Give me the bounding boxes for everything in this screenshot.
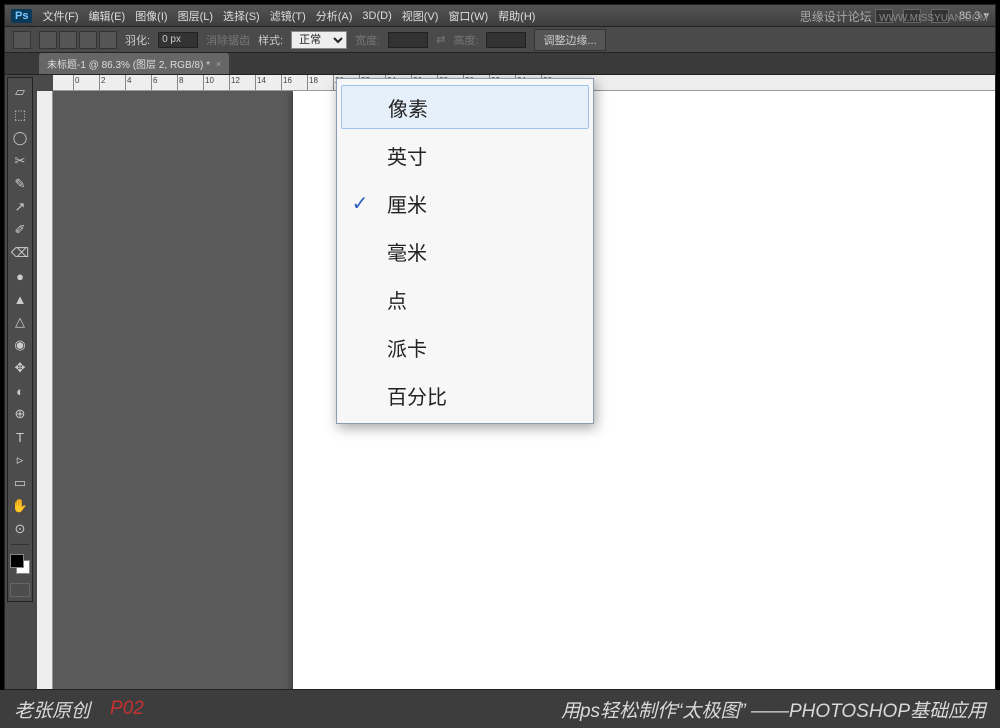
zoom-tool-icon[interactable]: ⊙ (10, 519, 30, 539)
unit-option-1[interactable]: 英寸 (337, 131, 593, 179)
path-tool-icon[interactable]: ▹ (10, 450, 30, 470)
unit-option-5[interactable]: 派卡 (337, 323, 593, 371)
antialias-checkbox[interactable]: 消除锯齿 (206, 32, 250, 48)
unit-option-0[interactable]: 像素 (341, 85, 589, 129)
heal-tool-icon[interactable]: ✐ (10, 220, 30, 240)
menu-edit[interactable]: 编辑(E) (89, 8, 126, 24)
eraser-tool-icon[interactable]: △ (10, 312, 30, 332)
feather-input[interactable] (158, 32, 198, 48)
color-swatch[interactable] (10, 554, 30, 574)
document-tab-title: 未标题-1 @ 86.3% (图层 2, RGB/8) * (47, 56, 210, 71)
stamp-tool-icon[interactable]: ● (10, 266, 30, 286)
hand-tool-icon[interactable]: ✋ (10, 496, 30, 516)
history-brush-tool-icon[interactable]: ▲ (10, 289, 30, 309)
vertical-ruler[interactable] (37, 91, 53, 689)
options-bar: 羽化: 消除锯齿 样式: 正常 宽度: ⇄ 高度: 调整边缘... (5, 27, 995, 53)
menu-window[interactable]: 窗口(W) (448, 8, 488, 24)
sel-add-icon[interactable] (59, 31, 77, 49)
tools-panel: ▱ ⬚ ◯ ✂ ✎ ↗ ✐ ⌫ ● ▲ △ ◉ ✥ ◐ ⊕ T ▹ ▭ ✋ ⊙ (7, 77, 33, 602)
footer-page: P02 (110, 698, 144, 720)
blur-tool-icon[interactable]: ✥ (10, 358, 30, 378)
menu-analysis[interactable]: 分析(A) (316, 8, 353, 24)
marquee-tool-icon[interactable]: ⬚ (10, 105, 30, 125)
type-tool-icon[interactable]: T (10, 427, 30, 447)
height-input[interactable] (486, 32, 526, 48)
check-icon: ✓ (345, 191, 375, 216)
document-tab-bar: 未标题-1 @ 86.3% (图层 2, RGB/8) * × (5, 53, 995, 75)
ruler-units-menu: 像素英寸✓厘米毫米点派卡百分比 (336, 78, 594, 424)
menu-3d[interactable]: 3D(D) (362, 10, 391, 22)
menu-layer[interactable]: 图层(L) (178, 8, 213, 24)
watermark-main: 思缘设计论坛 (800, 10, 872, 24)
document-tab[interactable]: 未标题-1 @ 86.3% (图层 2, RGB/8) * × (39, 53, 229, 74)
gradient-tool-icon[interactable]: ◉ (10, 335, 30, 355)
menu-help[interactable]: 帮助(H) (498, 8, 535, 24)
unit-label: 厘米 (375, 189, 427, 218)
eyedropper-tool-icon[interactable]: ↗ (10, 197, 30, 217)
unit-label: 像素 (376, 93, 428, 122)
unit-option-4[interactable]: 点 (337, 275, 593, 323)
ps-logo-icon: Ps (11, 9, 32, 23)
height-label: 高度: (453, 32, 478, 48)
pen-tool-icon[interactable]: ⊕ (10, 404, 30, 424)
refine-edge-button[interactable]: 调整边缘... (534, 29, 605, 51)
menu-select[interactable]: 选择(S) (223, 8, 260, 24)
fg-color-swatch[interactable] (10, 554, 24, 568)
lasso-tool-icon[interactable]: ◯ (10, 128, 30, 148)
tool-separator (11, 544, 29, 545)
tab-close-icon[interactable]: × (216, 59, 221, 69)
selection-mode-group (39, 31, 117, 49)
crop-tool-icon[interactable]: ✎ (10, 174, 30, 194)
move-tool-icon[interactable]: ▱ (10, 82, 30, 102)
watermark: 思缘设计论坛 WWW.MISSYUAN.COM (800, 8, 988, 25)
style-label: 样式: (258, 32, 283, 48)
feather-label: 羽化: (125, 32, 150, 48)
quickmask-icon[interactable] (10, 583, 30, 597)
width-label: 宽度: (355, 32, 380, 48)
tutorial-footer: 老张原创 P02 用ps轻松制作“太极图” ——PHOTOSHOP基础应用 (0, 690, 1000, 728)
unit-label: 派卡 (375, 333, 427, 362)
swap-icon[interactable]: ⇄ (436, 33, 445, 46)
footer-author: 老张原创 (14, 696, 90, 723)
dodge-tool-icon[interactable]: ◐ (10, 381, 30, 401)
sel-int-icon[interactable] (99, 31, 117, 49)
unit-option-3[interactable]: 毫米 (337, 227, 593, 275)
unit-label: 点 (375, 285, 407, 314)
unit-option-2[interactable]: ✓厘米 (337, 179, 593, 227)
unit-label: 百分比 (375, 381, 447, 410)
style-select[interactable]: 正常 (291, 31, 347, 49)
unit-label: 毫米 (375, 237, 427, 266)
footer-title: 用ps轻松制作“太极图” ——PHOTOSHOP基础应用 (561, 696, 986, 723)
wand-tool-icon[interactable]: ✂ (10, 151, 30, 171)
shape-tool-icon[interactable]: ▭ (10, 473, 30, 493)
brush-tool-icon[interactable]: ⌫ (10, 243, 30, 263)
sel-sub-icon[interactable] (79, 31, 97, 49)
menu-view[interactable]: 视图(V) (402, 8, 439, 24)
active-tool-icon[interactable] (13, 31, 31, 49)
watermark-sub: WWW.MISSYUAN.COM (879, 13, 988, 24)
unit-option-6[interactable]: 百分比 (337, 371, 593, 419)
sel-new-icon[interactable] (39, 31, 57, 49)
menu-image[interactable]: 图像(I) (135, 8, 167, 24)
width-input[interactable] (388, 32, 428, 48)
menu-filter[interactable]: 滤镜(T) (270, 8, 306, 24)
menu-file[interactable]: 文件(F) (42, 8, 78, 24)
unit-label: 英寸 (375, 141, 427, 170)
